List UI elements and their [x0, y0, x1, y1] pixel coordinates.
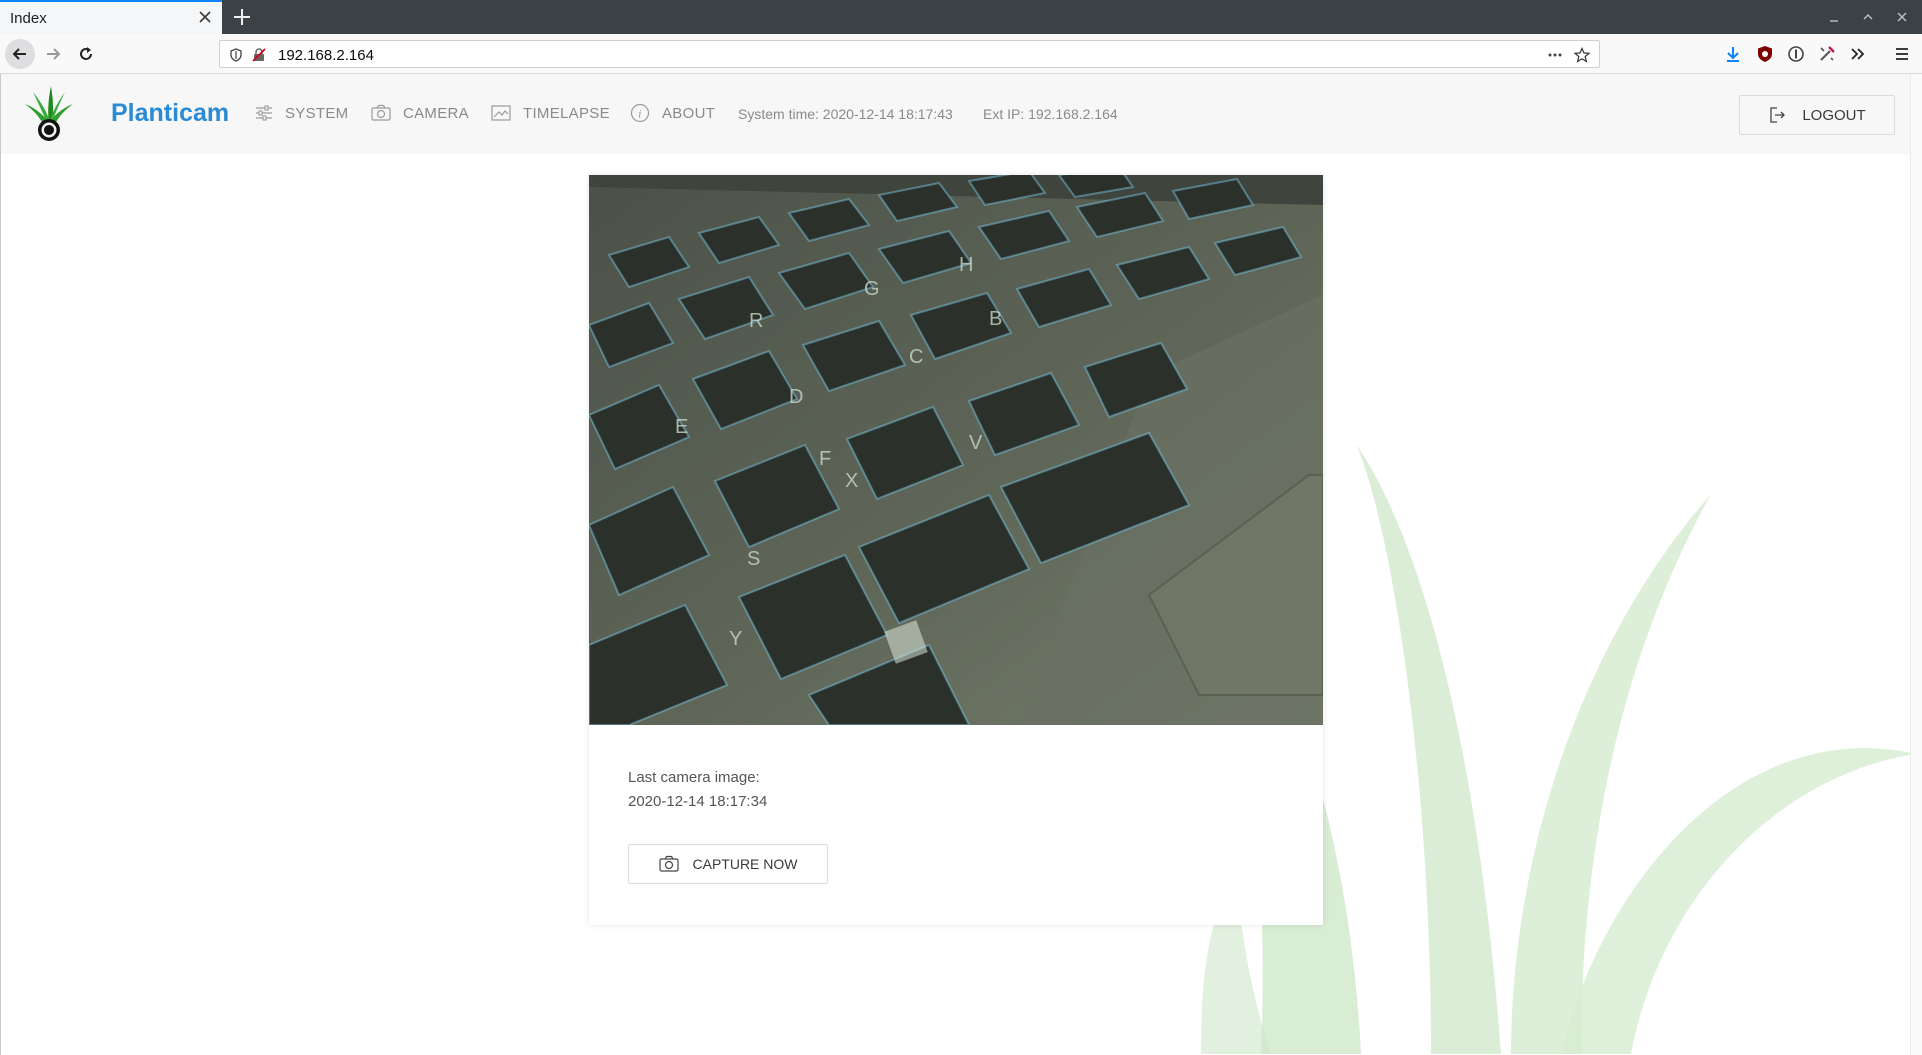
svg-text:Y: Y: [729, 628, 742, 650]
overflow-chevron-icon[interactable]: [1849, 45, 1867, 63]
browser-toolbar: 192.168.2.164: [0, 34, 1922, 74]
svg-text:F: F: [819, 448, 831, 470]
svg-text:V: V: [969, 432, 983, 454]
forward-arrow-icon: [47, 48, 61, 60]
svg-text:E: E: [675, 416, 688, 438]
scrollbar-gutter[interactable]: [1910, 74, 1922, 1055]
browser-tab-strip: Index: [0, 0, 1922, 34]
reload-button[interactable]: [71, 39, 101, 69]
logout-button[interactable]: LOGOUT: [1739, 95, 1895, 135]
svg-text:R: R: [749, 310, 763, 332]
camera-icon: [371, 104, 391, 121]
image-icon: [491, 105, 511, 121]
password-manager-icon[interactable]: [1787, 45, 1805, 63]
svg-text:S: S: [747, 548, 760, 570]
camera-image[interactable]: R G H E D C F B S X V Y: [589, 175, 1323, 725]
planticam-logo[interactable]: [21, 84, 77, 144]
page-actions-icon[interactable]: [1547, 47, 1563, 63]
svg-text:D: D: [789, 386, 803, 408]
svg-text:H: H: [959, 254, 973, 276]
minimize-icon[interactable]: [1827, 10, 1841, 24]
svg-text:C: C: [909, 346, 923, 368]
nav-about-label: ABOUT: [662, 104, 716, 122]
logout-label: LOGOUT: [1802, 106, 1866, 124]
insecure-lock-icon[interactable]: [251, 47, 267, 63]
nav-camera-label: CAMERA: [403, 104, 469, 122]
close-tab-icon[interactable]: [196, 8, 214, 26]
hamburger-menu-icon[interactable]: [1893, 45, 1911, 63]
capture-now-label: CAPTURE NOW: [692, 856, 798, 872]
back-arrow-icon: [12, 48, 26, 60]
url-text: 192.168.2.164: [278, 47, 374, 64]
nav-camera[interactable]: CAMERA: [371, 103, 469, 123]
capture-now-button[interactable]: CAPTURE NOW: [628, 844, 828, 884]
svg-text:i: i: [638, 107, 642, 121]
system-time: System time: 2020-12-14 18:17:43: [738, 106, 953, 122]
browser-tab[interactable]: Index: [0, 0, 222, 34]
download-icon[interactable]: [1724, 45, 1742, 63]
camera-icon: [658, 855, 679, 872]
forward-button[interactable]: [38, 39, 68, 69]
shield-icon[interactable]: [228, 47, 244, 63]
svg-text:G: G: [864, 278, 880, 300]
bookmark-star-icon[interactable]: [1574, 47, 1590, 63]
close-window-icon[interactable]: [1895, 10, 1909, 24]
brand-title[interactable]: Planticam: [111, 99, 229, 128]
maximize-icon[interactable]: [1861, 10, 1875, 24]
svg-text:B: B: [989, 308, 1002, 330]
nav-about[interactable]: i ABOUT: [630, 103, 715, 123]
nav-timelapse[interactable]: TIMELAPSE: [491, 103, 610, 123]
info-icon: i: [630, 103, 650, 123]
new-tab-icon[interactable]: [230, 5, 254, 29]
back-button[interactable]: [5, 39, 35, 69]
ext-ip: Ext IP: 192.168.2.164: [983, 106, 1118, 122]
nav-timelapse-label: TIMELAPSE: [523, 104, 610, 122]
nav-system[interactable]: SYSTEM: [255, 103, 348, 123]
camera-card: R G H E D C F B S X V Y Last camera image: 2020-…: [589, 175, 1323, 925]
extension-tools-icon[interactable]: [1818, 45, 1836, 63]
ublock-shield-icon[interactable]: [1756, 45, 1774, 63]
nav-system-label: SYSTEM: [285, 104, 349, 122]
address-bar[interactable]: 192.168.2.164: [219, 40, 1600, 68]
svg-text:X: X: [845, 470, 858, 492]
logout-icon: [1770, 107, 1786, 123]
sliders-icon: [256, 105, 272, 121]
page-viewport: Planticam SYSTEM CAMERA TIMELAPSE i ABOU…: [0, 74, 1922, 1055]
reload-icon: [80, 47, 92, 60]
top-navbar: Planticam SYSTEM CAMERA TIMELAPSE i ABOU…: [1, 74, 1911, 154]
tab-title: Index: [10, 10, 47, 27]
last-image-timestamp: 2020-12-14 18:17:34: [628, 793, 768, 810]
last-image-label: Last camera image:: [628, 769, 760, 786]
